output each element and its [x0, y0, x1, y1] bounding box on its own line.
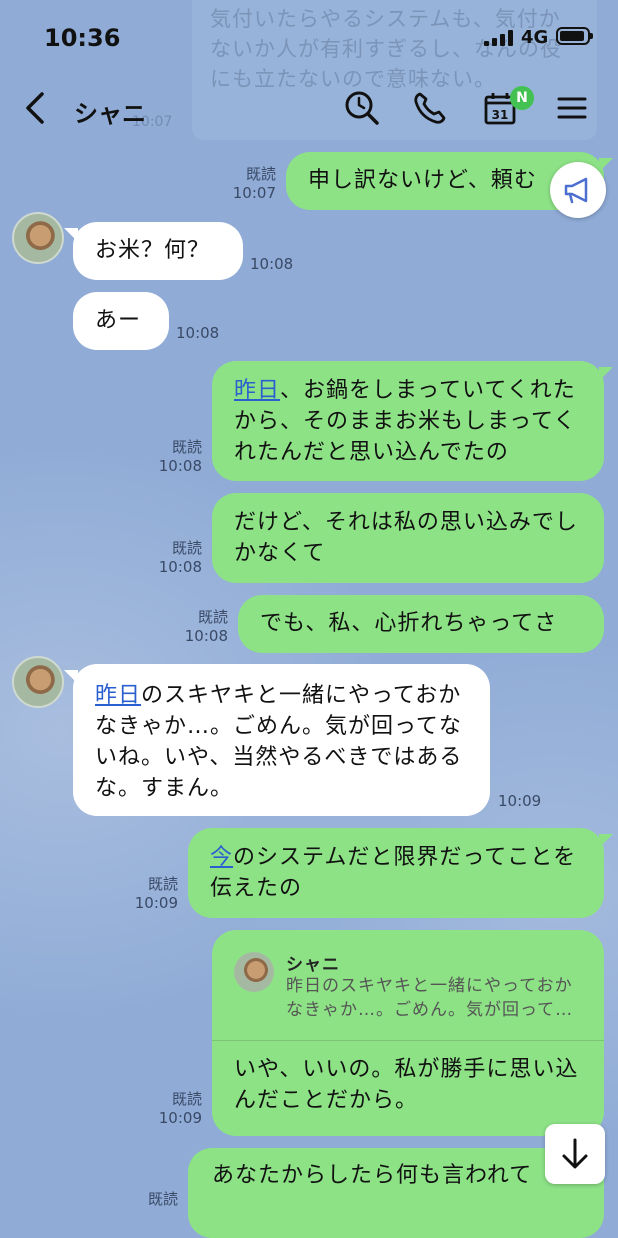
message-meta: 既読 10:08	[140, 438, 202, 476]
quoted-message-text[interactable]: 昨日のスキヤキと一緒にやっておかなきゃか…。ごめん。気が回って…	[286, 974, 586, 1022]
megaphone-icon	[564, 177, 588, 204]
outgoing-message[interactable]: 今のシステムだと限界だってことを伝えたの	[188, 828, 613, 918]
menu-icon[interactable]	[552, 88, 592, 128]
contact-avatar[interactable]	[12, 656, 64, 708]
quoted-avatar	[234, 952, 274, 992]
calendar-day: 31	[492, 108, 509, 122]
message-text: 、お鍋をしまっていてくれたから、そのままお米もしまってくれたんだと思い込んでたの	[234, 378, 577, 465]
message-meta: 既読 10:08	[166, 608, 228, 646]
signal-icon	[484, 30, 514, 46]
reply-divider	[212, 1040, 604, 1041]
read-receipt: 既読	[171, 1090, 202, 1108]
message-text: のシステムだと限界だってことを伝えたの	[210, 845, 577, 901]
read-receipt: 既読	[171, 438, 202, 456]
message-time: 10:09	[134, 894, 178, 912]
message-text: でも、私、心折れちゃってさ	[260, 611, 558, 636]
message-text: いや、いいの。私が勝手に思い込んだことだから。	[234, 1057, 579, 1113]
message-time: 10:08	[158, 457, 202, 475]
message-time: 10:09	[498, 792, 542, 810]
read-receipt: 既読	[197, 608, 228, 626]
outgoing-message[interactable]: あなたからしたら何も言われて	[188, 1148, 604, 1238]
message-text: あー	[95, 308, 142, 333]
back-arrow-icon[interactable]	[22, 90, 52, 126]
message-text: だけど、それは私の思い込みでしかなくて	[234, 510, 578, 566]
message-time: 10:08	[176, 324, 220, 342]
message-meta: 既読 10:08	[140, 539, 202, 577]
incoming-message[interactable]: お米？何？	[64, 222, 243, 280]
date-link[interactable]: 昨日	[234, 378, 280, 403]
scroll-to-bottom-button[interactable]	[545, 1124, 605, 1184]
arrow-down-icon	[562, 1138, 588, 1169]
message-text: 申し訳ないけど、頼む	[308, 168, 537, 193]
contact-name[interactable]: シャニ	[74, 94, 146, 129]
message-text: お米？何？	[95, 238, 211, 263]
message-time: 10:09	[158, 1109, 202, 1127]
search-icon[interactable]	[342, 88, 382, 128]
read-receipt: 既読	[147, 875, 178, 893]
incoming-message[interactable]: 昨日のスキヤキと一緒にやっておかなきゃか…。ごめん。気が回ってないね。いや、当然…	[64, 664, 490, 816]
message-text: のスキヤキと一緒にやっておかなきゃか…。ごめん。気が回ってないね。いや、当然やる…	[95, 683, 463, 801]
incoming-message[interactable]: あー	[73, 292, 169, 350]
network-type: 4G	[521, 27, 549, 48]
status-bar: 10:36 4G	[0, 0, 618, 70]
announcement-button[interactable]	[550, 162, 606, 218]
read-receipt: 既読	[171, 539, 202, 557]
outgoing-message[interactable]: でも、私、心折れちゃってさ	[238, 595, 604, 653]
message-time: 10:07	[232, 184, 276, 202]
chat-header: シャニ 31 N	[0, 72, 618, 144]
calendar-new-badge: N	[510, 86, 534, 110]
outgoing-reply-message[interactable]: シャニ 昨日のスキヤキと一緒にやっておかなきゃか…。ごめん。気が回って… いや、…	[212, 930, 604, 1136]
message-time: 10:08	[250, 255, 294, 273]
message-time: 10:08	[184, 627, 228, 645]
message-meta: 既読 10:07	[218, 165, 276, 203]
message-text: あなたからしたら何も言われて	[212, 1163, 533, 1188]
date-link[interactable]: 昨日	[95, 683, 141, 708]
message-meta: 既読 10:09	[116, 875, 178, 913]
outgoing-message[interactable]: だけど、それは私の思い込みでしかなくて	[212, 493, 604, 583]
read-receipt: 既読	[245, 165, 276, 183]
phone-icon[interactable]	[410, 88, 450, 128]
message-time: 10:08	[158, 558, 202, 576]
date-link[interactable]: 今	[210, 845, 233, 870]
contact-avatar[interactable]	[12, 212, 64, 264]
battery-icon	[556, 27, 593, 45]
status-time: 10:36	[44, 24, 121, 52]
message-meta: 既読 10:09	[140, 1090, 202, 1128]
outgoing-message[interactable]: 昨日、お鍋をしまっていてくれたから、そのままお米もしまってくれたんだと思い込んで…	[212, 361, 613, 481]
